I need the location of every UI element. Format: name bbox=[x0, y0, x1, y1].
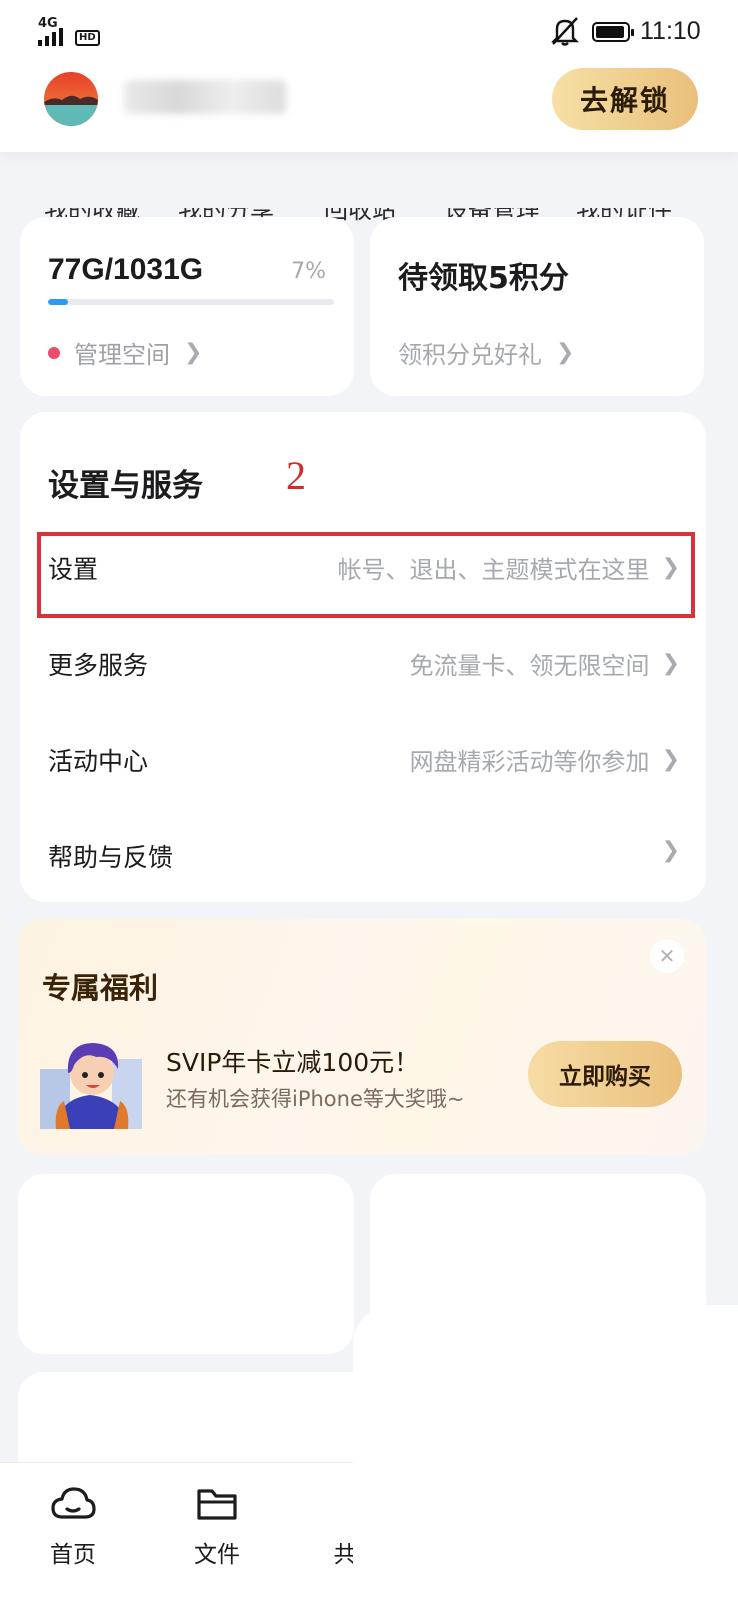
username-redacted bbox=[124, 80, 286, 114]
folder-icon bbox=[197, 1489, 237, 1520]
obscuring-overlay bbox=[353, 1305, 738, 1600]
promo-character-illustration bbox=[40, 1043, 142, 1129]
promo-title: SVIP年卡立减100元！ bbox=[166, 1048, 420, 1077]
points-title: 待领取5积分 bbox=[398, 261, 569, 296]
avatar[interactable] bbox=[44, 72, 98, 126]
profile-header: 去解锁 我的收藏 我的分享 回收站 设备管理 我的证件 bbox=[0, 62, 738, 224]
close-icon[interactable]: ✕ bbox=[650, 939, 684, 973]
section-title: 设置与服务 bbox=[48, 468, 203, 504]
chevron-right-icon: ❯ bbox=[661, 651, 680, 676]
placeholder-card-left bbox=[18, 1174, 354, 1354]
redeem-points-label: 领积分兑好礼 bbox=[398, 341, 542, 369]
points-card[interactable]: 待领取5积分 领积分兑好礼 ❯ bbox=[370, 217, 704, 396]
help-feedback-row[interactable]: 帮助与反馈 ❯ bbox=[20, 806, 706, 902]
cloud-home-icon bbox=[51, 1487, 96, 1519]
manage-space-link[interactable]: 管理空间 ❯ bbox=[48, 335, 202, 370]
chevron-right-icon: ❯ bbox=[184, 340, 203, 365]
manage-space-label: 管理空间 bbox=[74, 341, 170, 369]
buy-now-button[interactable]: 立即购买 bbox=[528, 1041, 682, 1107]
unlock-button[interactable]: 去解锁 bbox=[552, 68, 698, 130]
more-services-row[interactable]: 更多服务 免流量卡、领无限空间 ❯ bbox=[20, 614, 706, 710]
row-hint: 免流量卡、领无限空间 bbox=[409, 652, 650, 680]
hd-badge: HD bbox=[75, 30, 100, 46]
chevron-right-icon: ❯ bbox=[556, 340, 575, 365]
activity-center-row[interactable]: 活动中心 网盘精彩活动等你参加 ❯ bbox=[20, 710, 706, 806]
welfare-title: 专属福利 bbox=[42, 971, 159, 1005]
storage-progress-fill bbox=[48, 299, 69, 305]
chevron-right-icon: ❯ bbox=[661, 838, 680, 863]
row-hint: 网盘精彩活动等你参加 bbox=[409, 748, 650, 776]
promo-subtitle: 还有机会获得iPhone等大奖哦~ bbox=[166, 1087, 465, 1111]
settings-service-card: 设置与服务 设置 帐号、退出、主题模式在这里 ❯ 更多服务 免流量卡、领无限空间… bbox=[20, 412, 706, 902]
row-label: 更多服务 bbox=[48, 651, 149, 680]
storage-amount: 77G/1031G bbox=[48, 253, 204, 286]
redeem-points-link[interactable]: 领积分兑好礼 ❯ bbox=[398, 335, 574, 370]
tab-files[interactable]: 文件 bbox=[172, 1483, 262, 1569]
step-annotation-number: 2 bbox=[286, 453, 306, 498]
chevron-right-icon: ❯ bbox=[661, 747, 680, 772]
storage-percent: 7% bbox=[291, 259, 326, 284]
battery-icon bbox=[592, 22, 634, 42]
row-label: 帮助与反馈 bbox=[48, 843, 174, 872]
signal-icon bbox=[38, 28, 63, 46]
tab-home[interactable]: 首页 bbox=[28, 1483, 118, 1569]
status-bar: 4G HD 11:10 bbox=[0, 0, 738, 62]
storage-card[interactable]: 77G/1031G 7% 管理空间 ❯ bbox=[20, 217, 354, 396]
tab-label: 首页 bbox=[50, 1542, 96, 1568]
tab-label: 文件 bbox=[194, 1542, 240, 1568]
settings-highlight-box bbox=[37, 532, 695, 618]
mute-bell-icon bbox=[551, 17, 579, 46]
notification-dot bbox=[48, 346, 60, 359]
clock: 11:10 bbox=[640, 17, 701, 45]
row-label: 活动中心 bbox=[48, 747, 149, 776]
exclusive-welfare-card: 专属福利 ✕ SVIP年卡立减100元！ 还有机会获得iPhone等大奖哦~ 立… bbox=[18, 919, 706, 1155]
storage-progress-bar bbox=[48, 299, 334, 305]
